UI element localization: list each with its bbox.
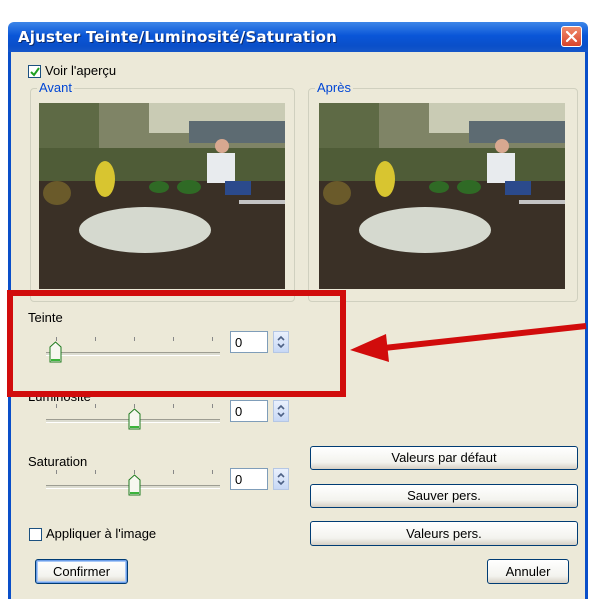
brightness-value: 0 <box>235 404 243 419</box>
slider-tick <box>95 404 96 408</box>
garden-photo-after <box>319 103 565 289</box>
annotation-highlight-box <box>7 290 346 397</box>
checkmark-icon <box>30 67 40 77</box>
spin-arrows-icon <box>277 404 285 418</box>
confirm-button-label: Confirmer <box>52 564 111 579</box>
slider-tick <box>173 404 174 408</box>
custom-values-button[interactable]: Valeurs pers. <box>310 521 578 546</box>
brightness-slider-thumb[interactable] <box>128 408 141 430</box>
save-custom-button[interactable]: Sauver pers. <box>310 484 578 508</box>
confirm-button[interactable]: Confirmer <box>35 559 128 584</box>
default-values-button[interactable]: Valeurs par défaut <box>310 446 578 470</box>
dialog-title: Ajuster Teinte/Luminosité/Saturation <box>18 28 338 46</box>
slider-tick <box>56 404 57 408</box>
saturation-value: 0 <box>235 472 243 487</box>
preview-checkbox-label[interactable]: Voir l'aperçu <box>45 63 116 78</box>
annotation-arrow-icon <box>350 323 587 362</box>
after-preview-image <box>319 103 565 289</box>
before-group: Avant <box>30 80 295 302</box>
close-button[interactable] <box>561 26 582 47</box>
garden-photo-before <box>39 103 285 289</box>
slider-tick <box>56 470 57 474</box>
slider-tick <box>212 470 213 474</box>
brightness-spinner[interactable] <box>273 400 289 422</box>
before-group-title: Avant <box>37 80 75 95</box>
spin-arrows-icon <box>277 472 285 486</box>
cancel-button-label: Annuler <box>505 564 551 579</box>
apply-to-image-checkbox[interactable] <box>29 528 42 541</box>
custom-values-button-label: Valeurs pers. <box>406 526 482 541</box>
before-preview-image <box>39 103 285 289</box>
saturation-value-field[interactable]: 0 <box>230 468 268 490</box>
preview-checkbox[interactable] <box>28 65 41 78</box>
brightness-value-field[interactable]: 0 <box>230 400 268 422</box>
slider-tick <box>212 404 213 408</box>
title-bar[interactable]: Ajuster Teinte/Luminosité/Saturation <box>8 22 588 52</box>
after-group-title: Après <box>315 80 353 95</box>
close-icon <box>565 30 578 43</box>
slider-tick <box>95 470 96 474</box>
saturation-slider-thumb[interactable] <box>128 474 141 496</box>
saturation-spinner[interactable] <box>273 468 289 490</box>
default-values-button-label: Valeurs par défaut <box>391 450 497 465</box>
apply-to-image-label[interactable]: Appliquer à l'image <box>46 526 156 541</box>
after-group: Après <box>308 80 578 302</box>
save-custom-button-label: Sauver pers. <box>407 488 481 503</box>
cancel-button[interactable]: Annuler <box>487 559 569 584</box>
slider-tick <box>173 470 174 474</box>
saturation-label: Saturation <box>28 454 88 469</box>
